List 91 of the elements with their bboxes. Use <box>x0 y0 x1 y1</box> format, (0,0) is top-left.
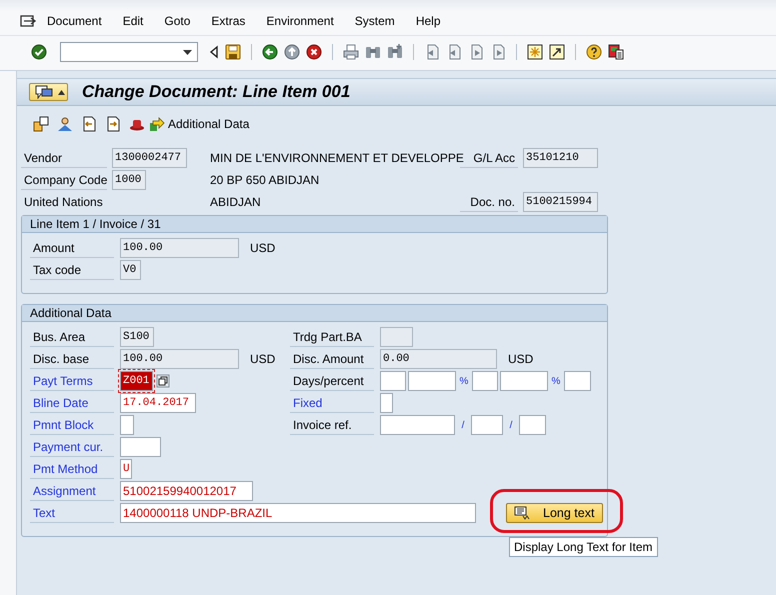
input-field[interactable] <box>380 415 455 435</box>
document-right-icon[interactable] <box>105 116 121 132</box>
monitor-icon[interactable] <box>608 44 624 60</box>
input-field[interactable]: 51002159940012017 <box>120 481 253 501</box>
unit-text: USD <box>508 352 534 366</box>
field-label: Disc. Amount <box>290 350 374 368</box>
menu-item[interactable]: Edit <box>114 14 152 28</box>
input-field: 1000 <box>112 170 146 190</box>
menu-item[interactable]: Extras <box>203 14 254 28</box>
input-field[interactable] <box>380 371 406 391</box>
arrow-right-icon <box>149 116 165 132</box>
input-field: V0 <box>120 260 141 280</box>
dropdown-icon[interactable] <box>183 50 192 54</box>
field-label: Trdg Part.BA <box>290 328 374 346</box>
field-label: United Nations <box>23 195 103 209</box>
input-field[interactable]: U <box>120 459 132 479</box>
group-title: Additional Data <box>22 305 607 322</box>
field-label: Disc. base <box>30 350 114 368</box>
caret-icon <box>58 90 65 94</box>
note-icon <box>514 506 530 520</box>
cancel-icon[interactable] <box>306 44 322 60</box>
input-field: 35101210 <box>523 148 598 168</box>
field-label: Pmt Method <box>30 460 114 478</box>
input-field: 5100215994 <box>523 192 598 212</box>
command-field[interactable] <box>60 42 198 62</box>
field-label: Payment cur. <box>30 438 114 456</box>
input-field[interactable] <box>471 415 503 435</box>
input-field[interactable]: Z001 <box>120 371 153 391</box>
help-icon[interactable] <box>586 44 602 60</box>
input-field: 0.00 <box>380 349 497 369</box>
printer-icon[interactable] <box>343 44 359 60</box>
separator-text: % <box>458 376 470 386</box>
additional-data-button[interactable]: Additional Data <box>149 116 250 132</box>
unit-text: USD <box>250 241 276 255</box>
value-text: 20 BP 650 ABIDJAN <box>210 173 320 187</box>
input-field[interactable] <box>408 371 456 391</box>
shortcut-icon[interactable] <box>549 44 565 60</box>
unit-text: USD <box>250 352 276 366</box>
input-field[interactable]: 17.04.2017 <box>120 393 196 413</box>
copy-icon[interactable] <box>156 374 170 388</box>
input-field[interactable] <box>472 371 498 391</box>
check-icon[interactable] <box>31 44 47 60</box>
field-label: Days/percent <box>290 372 374 390</box>
separator-text: / <box>508 420 514 430</box>
field-label: Pmnt Block <box>30 416 114 434</box>
field-label: Bus. Area <box>30 328 114 346</box>
menu-button[interactable] <box>29 83 68 101</box>
input-field[interactable] <box>120 415 134 435</box>
field-label: Assignment <box>30 482 114 500</box>
input-field: 100.00 <box>120 349 239 369</box>
menu-icon[interactable] <box>20 14 36 28</box>
input-field[interactable] <box>519 415 546 435</box>
input-field: S100 <box>120 327 154 347</box>
input-field[interactable] <box>500 371 548 391</box>
field-label: Company Code <box>21 170 107 190</box>
group-title: Line Item 1 / Invoice / 31 <box>22 216 607 233</box>
input-field[interactable] <box>120 437 161 457</box>
menu-item[interactable]: Document <box>39 14 111 28</box>
window-title: Change Document: Line Item 001 <box>82 82 350 102</box>
menu-item[interactable]: System <box>346 14 404 28</box>
input-field: 1300002477 <box>112 148 187 168</box>
person-icon[interactable] <box>57 116 73 132</box>
field-label: Invoice ref. <box>290 416 374 434</box>
input-field[interactable]: 1400000118 UNDP-BRAZIL <box>120 503 476 523</box>
save-icon[interactable] <box>225 44 241 60</box>
field-label: Amount <box>30 238 114 258</box>
new-window-icon[interactable] <box>527 44 543 60</box>
input-field[interactable] <box>564 371 591 391</box>
field-label: Doc. no. <box>460 192 518 212</box>
field-label: Fixed <box>290 394 374 412</box>
field-label: Tax code <box>30 260 114 280</box>
separator-text: % <box>550 376 562 386</box>
field-label: Payt Terms <box>30 372 114 390</box>
field-label: Bline Date <box>30 394 114 412</box>
triangle-icon[interactable] <box>209 45 219 59</box>
menu-item[interactable]: Help <box>408 14 450 28</box>
field-label: Vendor <box>21 148 107 168</box>
menu-item[interactable]: Goto <box>156 14 200 28</box>
tooltip: Display Long Text for Item <box>509 537 658 557</box>
back-icon[interactable] <box>262 44 278 60</box>
speech-bubbles-icon <box>35 85 53 99</box>
long-text-button[interactable]: Long text <box>506 503 603 523</box>
binoculars-plus-icon[interactable] <box>387 44 403 60</box>
separator-text: / <box>460 420 466 430</box>
input-field: 100.00 <box>120 238 239 258</box>
document-left-icon[interactable] <box>81 116 97 132</box>
binoculars-icon[interactable] <box>365 44 381 60</box>
input-field[interactable] <box>380 393 393 413</box>
menu-item[interactable]: Environment <box>258 14 343 28</box>
value-text: ABIDJAN <box>210 195 261 209</box>
field-label: Text <box>30 504 114 522</box>
